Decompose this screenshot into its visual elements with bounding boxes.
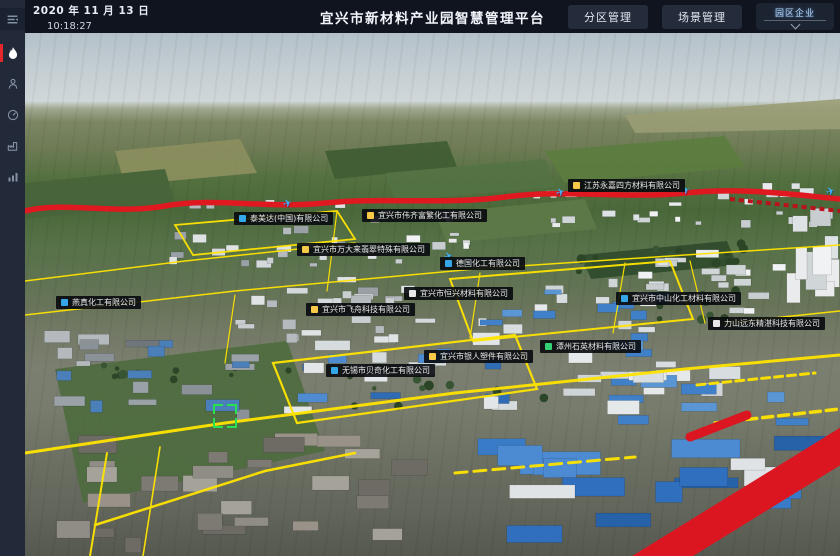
company-label-text: 宜兴市银人塑件有限公司	[440, 353, 528, 361]
company-marker-icon	[621, 295, 628, 302]
company-label[interactable]: 宜兴市中山化工材料有限公司	[616, 292, 741, 305]
company-label-text: 宜兴市恒兴材料有限公司	[420, 290, 508, 298]
company-marker-icon	[367, 212, 374, 219]
company-label-text: 泰美达(中国)有限公司	[250, 215, 328, 223]
company-label-text: 潭州石英材料有限公司	[556, 343, 636, 351]
company-label-text: 力山远东精湛科技有限公司	[724, 320, 820, 328]
company-label[interactable]: 力山远东精湛科技有限公司	[708, 317, 825, 330]
company-marker-icon	[409, 290, 416, 297]
company-label-text: 宜兴市中山化工材料有限公司	[632, 295, 736, 303]
company-marker-icon	[311, 306, 318, 313]
company-label-text: 德国化工有限公司	[456, 260, 520, 268]
park-enterprise-dropdown[interactable]: 园区企业	[756, 3, 834, 30]
chevron-down-icon	[790, 19, 800, 29]
company-label-text: 无锡市贝奇化工有限公司	[342, 367, 430, 375]
company-label[interactable]: 燕真化工有限公司	[56, 296, 141, 309]
company-label-text: 燕真化工有限公司	[72, 299, 136, 307]
topbar: 2020 年 11 月 13 日 10:18:27 宜兴市新材料产业园智慧管理平…	[25, 0, 840, 33]
company-label[interactable]: 泰美达(中国)有限公司	[234, 212, 333, 225]
company-label[interactable]: 宜兴市银人塑件有限公司	[424, 350, 533, 363]
company-label-text: 宜兴市飞舟科技有限公司	[322, 306, 410, 314]
person-icon	[7, 78, 19, 90]
sidebar-item-enterprise[interactable]	[0, 135, 25, 157]
company-label-text: 宜兴市伟齐富繁化工有限公司	[378, 212, 482, 220]
sidebar-item-gauge[interactable]	[0, 104, 25, 126]
company-label-text: 宜兴市万大来翡翠特殊有限公司	[313, 246, 425, 254]
company-marker-icon	[445, 260, 452, 267]
map-viewport[interactable]: 泰美达(中国)有限公司 宜兴市伟齐富繁化工有限公司 江苏永嘉四方材料有限公司宜兴市万…	[25, 33, 840, 556]
sidebar-item-fire-monitor[interactable]	[0, 42, 25, 64]
clock: 2020 年 11 月 13 日 10:18:27	[33, 3, 149, 32]
company-marker-icon	[331, 367, 338, 374]
company-label[interactable]: 德国化工有限公司	[440, 257, 525, 270]
bar-chart-icon	[7, 171, 19, 183]
park-enterprise-label: 园区企业	[775, 6, 815, 19]
company-label[interactable]: 宜兴市恒兴材料有限公司	[404, 287, 513, 300]
company-label-text: 江苏永嘉四方材料有限公司	[584, 182, 680, 190]
company-label[interactable]: 宜兴市伟齐富繁化工有限公司	[362, 209, 487, 222]
company-label[interactable]: 江苏永嘉四方材料有限公司	[568, 179, 685, 192]
selection-bracket	[213, 404, 237, 428]
company-marker-icon	[61, 299, 68, 306]
date-display: 2020 年 11 月 13 日	[33, 3, 149, 18]
company-marker-icon	[239, 215, 246, 222]
company-marker-icon	[573, 182, 580, 189]
company-marker-icon	[713, 320, 720, 327]
zone-management-button[interactable]: 分区管理	[568, 5, 648, 29]
company-marker-icon	[302, 246, 309, 253]
factory-icon	[6, 140, 19, 152]
company-marker-icon	[545, 343, 552, 350]
hamburger-icon	[6, 13, 19, 26]
topbar-actions: 分区管理场景管理 园区企业	[568, 0, 834, 33]
gauge-icon	[7, 109, 19, 121]
company-marker-icon	[429, 353, 436, 360]
company-label[interactable]: 宜兴市万大来翡翠特殊有限公司	[297, 243, 430, 256]
flame-icon	[7, 47, 19, 60]
company-label[interactable]: 潭州石英材料有限公司	[540, 340, 641, 353]
sidebar-item-statistics[interactable]	[0, 166, 25, 188]
company-label[interactable]: 宜兴市飞舟科技有限公司	[306, 303, 415, 316]
scene-management-button[interactable]: 场景管理	[662, 5, 742, 29]
sidebar	[0, 0, 25, 556]
time-display: 10:18:27	[47, 21, 149, 32]
sidebar-item-personnel[interactable]	[0, 73, 25, 95]
sidebar-item-menu[interactable]	[0, 8, 25, 30]
company-label[interactable]: 无锡市贝奇化工有限公司	[326, 364, 435, 377]
app-root: 2020 年 11 月 13 日 10:18:27 宜兴市新材料产业园智慧管理平…	[0, 0, 840, 556]
